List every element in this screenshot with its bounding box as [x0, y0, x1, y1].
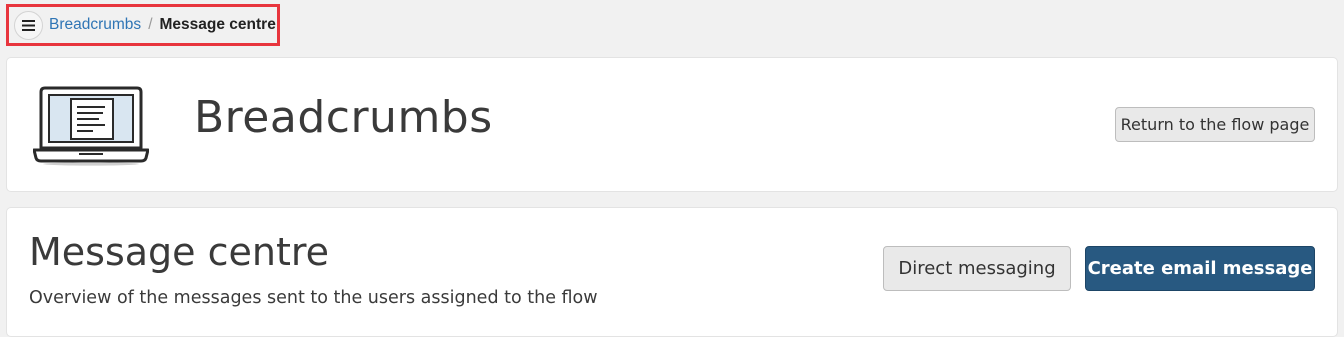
menu-button[interactable]: [14, 10, 43, 40]
laptop-document-icon: [33, 86, 149, 166]
breadcrumb-link-breadcrumbs[interactable]: Breadcrumbs: [49, 16, 141, 34]
create-email-message-button[interactable]: Create email message: [1085, 246, 1315, 291]
page-title: Breadcrumbs: [194, 92, 493, 143]
direct-messaging-button[interactable]: Direct messaging: [883, 246, 1071, 291]
flow-header-card: Breadcrumbs Return to the flow page: [6, 57, 1338, 192]
breadcrumb-separator: /: [148, 16, 153, 33]
return-to-flow-button[interactable]: Return to the flow page: [1115, 107, 1315, 142]
breadcrumb: Breadcrumbs / Message centre: [6, 4, 280, 46]
message-centre-card: Message centre Overview of the messages …: [6, 207, 1338, 337]
breadcrumb-current: Message centre: [159, 16, 276, 33]
section-subtitle: Overview of the messages sent to the use…: [29, 288, 598, 308]
section-title: Message centre: [29, 230, 330, 274]
hamburger-menu-icon: [22, 19, 35, 31]
